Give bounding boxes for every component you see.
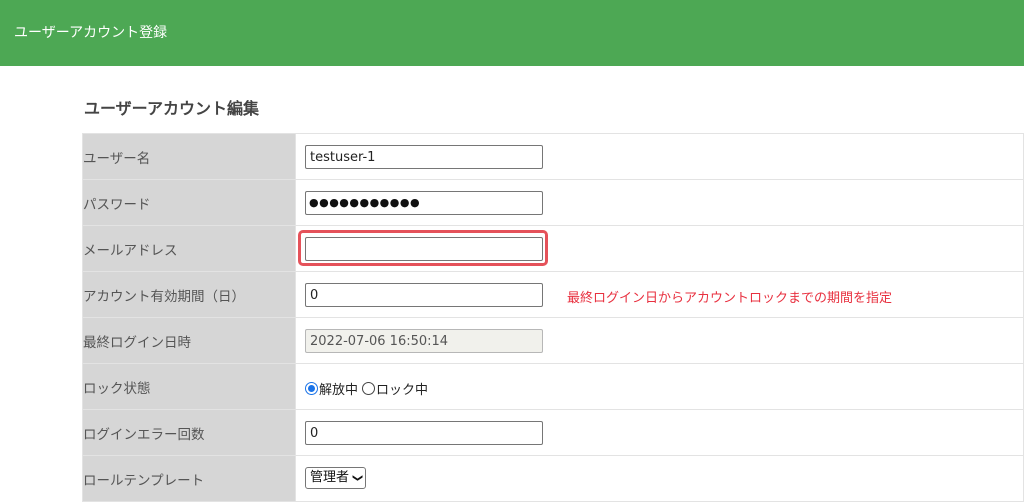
chevron-down-icon: ❯ <box>352 473 364 483</box>
last-login-field <box>305 329 543 353</box>
role-cell: 管理者 ❯ <box>295 455 1024 502</box>
password-input[interactable]: ●●●●●●●●●●● <box>305 191 543 215</box>
email-cell <box>295 225 1024 272</box>
last-login-cell <box>295 317 1024 364</box>
row-expiry: アカウント有効期間（日） 最終ログイン日からアカウントロックまでの期間を指定 <box>82 271 1024 318</box>
expiry-label: アカウント有効期間（日） <box>82 271 296 318</box>
radio-locked-label[interactable]: ロック中 <box>376 379 428 398</box>
row-password: パスワード ●●●●●●●●●●● <box>82 179 1024 226</box>
expiry-note: 最終ログイン日からアカウントロックまでの期間を指定 <box>567 291 893 306</box>
role-select[interactable]: 管理者 ❯ <box>305 467 367 489</box>
lock-label: ロック状態 <box>82 363 296 410</box>
username-label: ユーザー名 <box>82 133 296 180</box>
password-cell: ●●●●●●●●●●● <box>295 179 1024 226</box>
email-label: メールアドレス <box>82 225 296 272</box>
section-title: ユーザーアカウント編集 <box>84 99 260 118</box>
lock-radio-group: 解放中 ロック中 <box>305 379 428 398</box>
row-role: ロールテンプレート 管理者 ❯ <box>82 455 1024 502</box>
role-select-value: 管理者 <box>310 470 350 485</box>
account-form: ユーザー名 パスワード ●●●●●●●●●●● メールアドレス アカウント有効期… <box>82 133 1024 502</box>
expiry-input[interactable] <box>305 283 543 307</box>
app-header: ユーザーアカウント登録 <box>0 0 1024 66</box>
login-errors-label: ログインエラー回数 <box>82 409 296 456</box>
row-lock: ロック状態 解放中 ロック中 <box>82 363 1024 410</box>
row-last-login: 最終ログイン日時 <box>82 317 1024 364</box>
email-input[interactable] <box>305 237 543 261</box>
last-login-label: 最終ログイン日時 <box>82 317 296 364</box>
row-username: ユーザー名 <box>82 133 1024 180</box>
login-errors-cell <box>295 409 1024 456</box>
login-errors-input[interactable] <box>305 421 543 445</box>
radio-unlocked[interactable] <box>305 382 318 395</box>
username-input[interactable] <box>305 145 543 169</box>
radio-locked[interactable] <box>362 382 376 395</box>
lock-cell: 解放中 ロック中 <box>295 363 1024 410</box>
radio-unlocked-label[interactable]: 解放中 <box>319 379 358 398</box>
row-email: メールアドレス <box>82 225 1024 272</box>
username-cell <box>295 133 1024 180</box>
header-title: ユーザーアカウント登録 <box>14 25 168 41</box>
role-label: ロールテンプレート <box>82 455 296 502</box>
expiry-cell: 最終ログイン日からアカウントロックまでの期間を指定 <box>295 271 1024 318</box>
password-label: パスワード <box>82 179 296 226</box>
row-login-errors: ログインエラー回数 <box>82 409 1024 456</box>
